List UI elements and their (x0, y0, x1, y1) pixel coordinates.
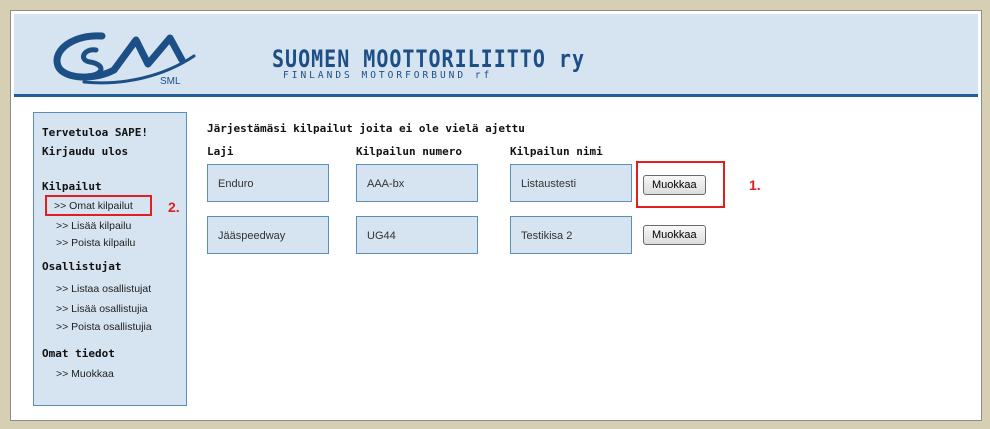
sidebar-section-participants: Osallistujat (42, 260, 122, 273)
column-header-numero: Kilpailun numero (356, 145, 462, 158)
table-cell-laji: Jääspeedway (207, 216, 329, 254)
annotation-label-2: 2. (168, 199, 180, 215)
annotation-box-2 (45, 195, 152, 216)
site-subtitle: FINLANDS MOTORFORBUND rf (283, 70, 493, 81)
sidebar-item-list-participants[interactable]: >> Listaa osallistujat (56, 283, 151, 295)
annotation-label-1: 1. (749, 177, 761, 193)
table-cell-laji: Enduro (207, 164, 329, 202)
table-cell-nimi: Listaustesti (510, 164, 632, 202)
logo-text: SML (160, 76, 181, 87)
sidebar-item-remove-participants[interactable]: >> Poista osallistujia (56, 321, 152, 333)
sidebar-item-add-participants[interactable]: >> Lisää osallistujia (56, 303, 148, 315)
column-header-nimi: Kilpailun nimi (510, 145, 603, 158)
sidebar-item-remove-competition[interactable]: >> Poista kilpailu (56, 237, 135, 249)
sidebar-nav: Tervetuloa SAPE! Kirjaudu ulos Kilpailut… (33, 112, 187, 406)
sml-logo: SML (53, 32, 196, 87)
annotation-box-1 (636, 161, 725, 208)
site-title: SUOMEN MOOTTORILIITTO ry (272, 44, 585, 73)
column-header-laji: Laji (207, 145, 234, 158)
logout-link[interactable]: Kirjaudu ulos (42, 145, 128, 158)
table-cell-numero: AAA-bx (356, 164, 478, 202)
page-heading: Järjestämäsi kilpailut joita ei ole viel… (207, 122, 525, 135)
sidebar-item-edit-info[interactable]: >> Muokkaa (56, 368, 114, 380)
sidebar-item-add-competition[interactable]: >> Lisää kilpailu (56, 220, 131, 232)
table-cell-numero: UG44 (356, 216, 478, 254)
welcome-text: Tervetuloa SAPE! (42, 126, 148, 139)
site-header: SML SUOMEN MOOTTORILIITTO ry FINLANDS MO… (14, 14, 978, 97)
sidebar-section-competitions: Kilpailut (42, 180, 102, 193)
table-cell-nimi: Testikisa 2 (510, 216, 632, 254)
edit-button[interactable]: Muokkaa (643, 225, 706, 245)
sidebar-section-own-info: Omat tiedot (42, 347, 115, 360)
